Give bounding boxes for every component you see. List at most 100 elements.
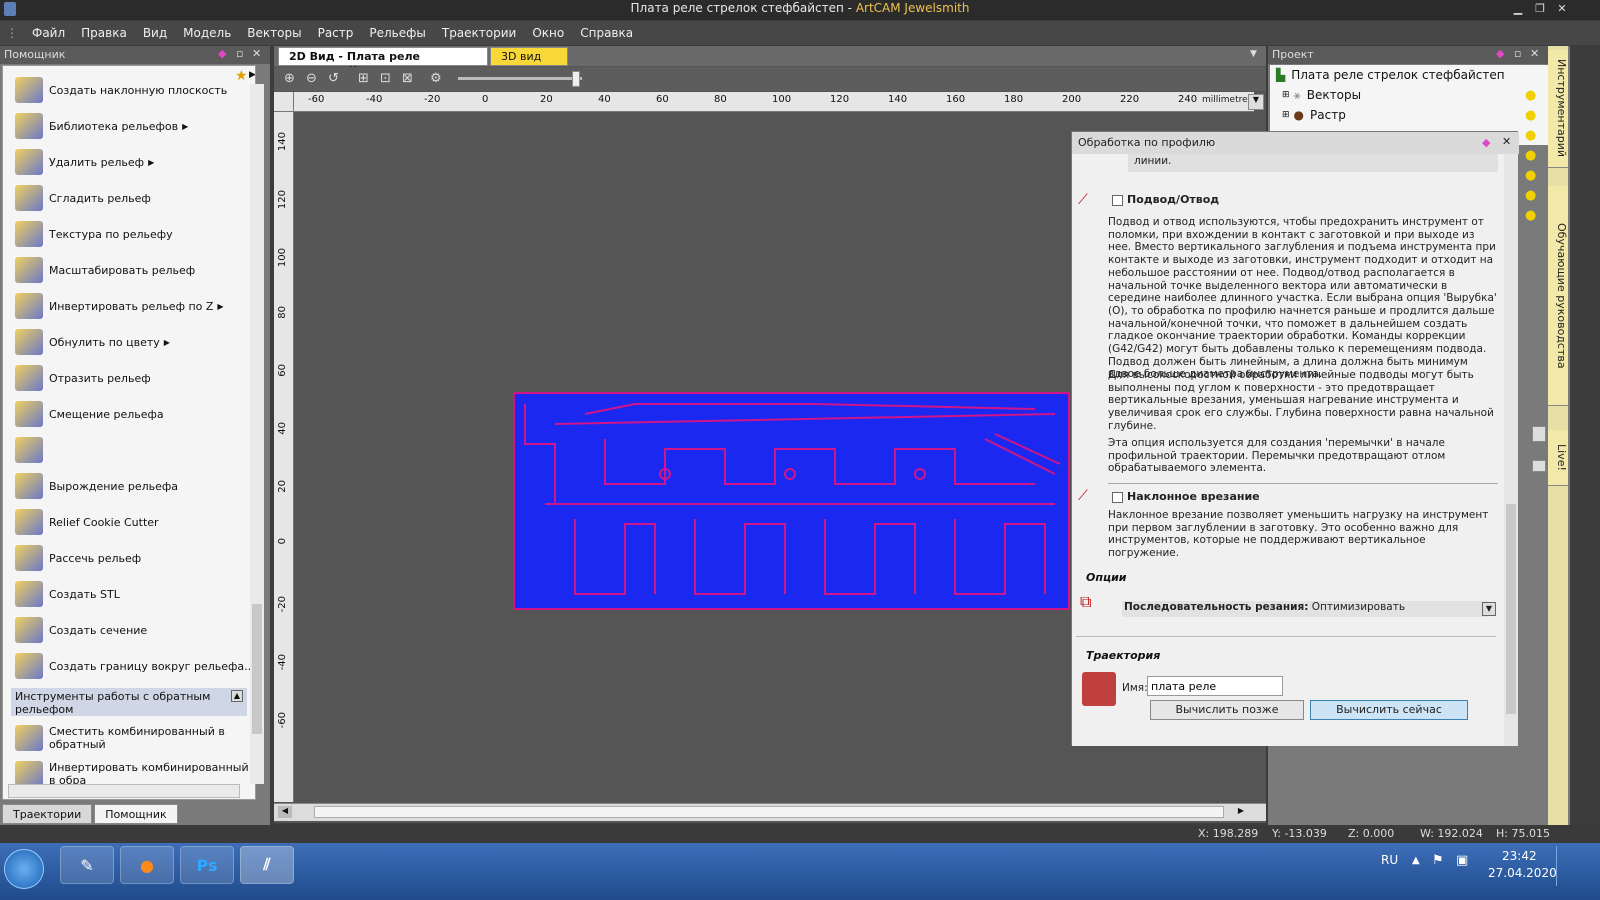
clock-date[interactable]: 27.04.2020 xyxy=(1488,866,1557,880)
zoom-selection-icon[interactable]: ⊠ xyxy=(402,71,418,87)
tab-assistant[interactable]: Помощник xyxy=(94,804,178,824)
zoom-slider[interactable] xyxy=(458,77,582,80)
tool-item[interactable]: Библиотека рельефов ▶ xyxy=(3,108,255,144)
panel-collapse-button[interactable] xyxy=(1532,426,1546,442)
lightbulb-icon[interactable]: ● xyxy=(1525,146,1543,166)
tool-item[interactable]: Рассечь рельеф xyxy=(3,540,255,576)
tool-item[interactable]: Масштабировать рельеф xyxy=(3,252,255,288)
tab-3d-view[interactable]: 3D вид xyxy=(490,47,568,66)
dialog-scrollbar[interactable] xyxy=(1504,154,1518,746)
tool-item[interactable]: Текстура по рельефу xyxy=(3,216,255,252)
tool-item[interactable]: Создать STL xyxy=(3,576,255,612)
expand-icon[interactable]: ⊞ xyxy=(1282,110,1290,120)
close-icon[interactable]: ✕ xyxy=(252,47,261,60)
menu-reliefs[interactable]: Рельефы xyxy=(361,26,433,40)
tool-item[interactable] xyxy=(3,432,255,468)
tray-expand-icon[interactable]: ▲ xyxy=(1412,855,1420,866)
canvas-hscroll[interactable]: ◀ ▶ xyxy=(274,803,1266,821)
dock-icon[interactable]: ▫ xyxy=(1514,47,1521,60)
language-indicator[interactable]: RU xyxy=(1381,853,1398,867)
panel-scroll-button[interactable] xyxy=(1532,460,1546,472)
tool-item[interactable]: Отразить рельеф xyxy=(3,360,255,396)
ruler-unit-dropdown[interactable]: ▼ xyxy=(1248,94,1264,110)
tool-item[interactable]: Создать границу вокруг рельефа... xyxy=(3,648,255,684)
lightbulb-icon[interactable]: ● xyxy=(1525,86,1543,106)
scroll-left-icon[interactable]: ◀ xyxy=(278,806,292,818)
close-icon[interactable]: ✕ xyxy=(1502,135,1511,148)
menu-file[interactable]: Файл xyxy=(24,26,73,40)
assistant-scrollbar[interactable] xyxy=(250,84,264,784)
calculate-later-button[interactable]: Вычислить позже xyxy=(1150,700,1304,720)
artcam-icon[interactable]: ⫽ xyxy=(240,846,294,884)
pin-icon[interactable]: ◆ xyxy=(218,47,226,60)
lightbulb-icon[interactable]: ● xyxy=(1525,166,1543,186)
ramp-checkbox[interactable] xyxy=(1112,491,1123,503)
group-tool-item[interactable]: Сместить комбинированный в обратный xyxy=(3,720,255,756)
network-icon[interactable]: ▣ xyxy=(1456,853,1468,868)
menu-view[interactable]: Вид xyxy=(135,26,175,40)
group-header-reverse-relief[interactable]: Инструменты работы с обратным рельефом ▲ xyxy=(11,688,247,716)
menu-model[interactable]: Модель xyxy=(175,26,239,40)
tool-item[interactable]: Удалить рельеф ▶ xyxy=(3,144,255,180)
scrollbar-thumb[interactable] xyxy=(1506,504,1516,714)
tool-item[interactable]: Создать сечение xyxy=(3,612,255,648)
tool-item[interactable]: Создать наклонную плоскость xyxy=(3,72,255,108)
zoom-previous-icon[interactable]: ↺ xyxy=(328,71,344,87)
tab-live[interactable]: Live! xyxy=(1548,430,1568,486)
tool-item[interactable]: Смещение рельефа xyxy=(3,396,255,432)
assistant-hscroll[interactable] xyxy=(8,784,240,798)
lightbulb-icon[interactable]: ● xyxy=(1525,186,1543,206)
tree-root[interactable]: ▙ Плата реле стрелок стефбайстеп xyxy=(1270,65,1568,85)
maximize-icon[interactable]: ❐ xyxy=(1530,2,1550,18)
tool-item[interactable]: Обнулить по цвету ▶ xyxy=(3,324,255,360)
dock-icon[interactable]: ▫ xyxy=(236,47,243,60)
show-desktop-button[interactable] xyxy=(1556,846,1568,886)
action-center-icon[interactable]: ⚑ xyxy=(1432,853,1444,868)
photoshop-icon[interactable]: Ps xyxy=(180,846,234,884)
close-icon[interactable]: ✕ xyxy=(1552,2,1572,18)
clock-time[interactable]: 23:42 xyxy=(1502,849,1537,863)
hscroll-thumb[interactable] xyxy=(314,806,1224,818)
tree-item-raster[interactable]: ⊞ ● Растр xyxy=(1270,105,1568,125)
zoom-all-icon[interactable]: ⊞ xyxy=(358,71,374,87)
pcb-relief[interactable] xyxy=(513,392,1070,610)
menu-raster[interactable]: Растр xyxy=(310,26,362,40)
tab-tutorials[interactable]: Обучающие руководства xyxy=(1548,186,1568,406)
tool-item[interactable]: Сгладить рельеф xyxy=(3,180,255,216)
chevron-down-icon[interactable]: ▼ xyxy=(1250,49,1257,59)
star-icon[interactable]: ★ xyxy=(235,68,248,84)
menu-window[interactable]: Окно xyxy=(524,26,572,40)
cut-sequence-row[interactable]: Последовательность резания: Оптимизирова… xyxy=(1122,601,1488,617)
lightbulb-icon[interactable]: ● xyxy=(1525,126,1543,146)
zoom-fit-icon[interactable]: ⊡ xyxy=(380,71,396,87)
collapse-icon[interactable]: ▲ xyxy=(231,690,243,702)
view-settings-icon[interactable]: ⚙ xyxy=(430,71,446,87)
chevron-down-icon[interactable]: ▼ xyxy=(1482,602,1496,616)
menu-vectors[interactable]: Векторы xyxy=(239,26,309,40)
tool-item[interactable]: Вырождение рельефа xyxy=(3,468,255,504)
lightbulb-icon[interactable]: ● xyxy=(1525,206,1543,226)
tab-2d-view[interactable]: 2D Вид - Плата реле стрелок✕ xyxy=(278,47,488,76)
tool-item[interactable]: Relief Cookie Cutter xyxy=(3,504,255,540)
tab-toolpaths[interactable]: Траектории xyxy=(2,804,93,824)
minimize-icon[interactable]: ▁ xyxy=(1508,2,1528,18)
scroll-right-icon[interactable]: ▶ xyxy=(1234,806,1248,818)
menu-help[interactable]: Справка xyxy=(572,26,641,40)
close-icon[interactable]: ✕ xyxy=(1530,47,1539,60)
firefox-icon[interactable]: ● xyxy=(120,846,174,884)
zoom-in-icon[interactable]: ⊕ xyxy=(284,71,300,87)
calculate-now-button[interactable]: Вычислить сейчас xyxy=(1310,700,1468,720)
chevron-right-icon[interactable]: ▶ xyxy=(249,70,255,80)
tab-toolbox[interactable]: Инструментарий xyxy=(1548,50,1568,168)
pin-icon[interactable]: ◆ xyxy=(1482,136,1490,149)
tree-item-vectors[interactable]: ⊞ ⚹ Векторы xyxy=(1270,85,1568,105)
scrollbar-thumb[interactable] xyxy=(252,604,262,734)
zoom-slider-handle[interactable] xyxy=(572,71,580,87)
lead-checkbox[interactable] xyxy=(1112,194,1123,206)
zoom-out-icon[interactable]: ⊖ xyxy=(306,71,322,87)
start-icon[interactable] xyxy=(4,849,44,889)
menu-toolpaths[interactable]: Траектории xyxy=(434,26,524,40)
toolpath-name-input[interactable] xyxy=(1147,676,1283,696)
tool-item[interactable]: Инвертировать рельеф по Z ▶ xyxy=(3,288,255,324)
pin-icon[interactable]: ◆ xyxy=(1496,47,1504,60)
